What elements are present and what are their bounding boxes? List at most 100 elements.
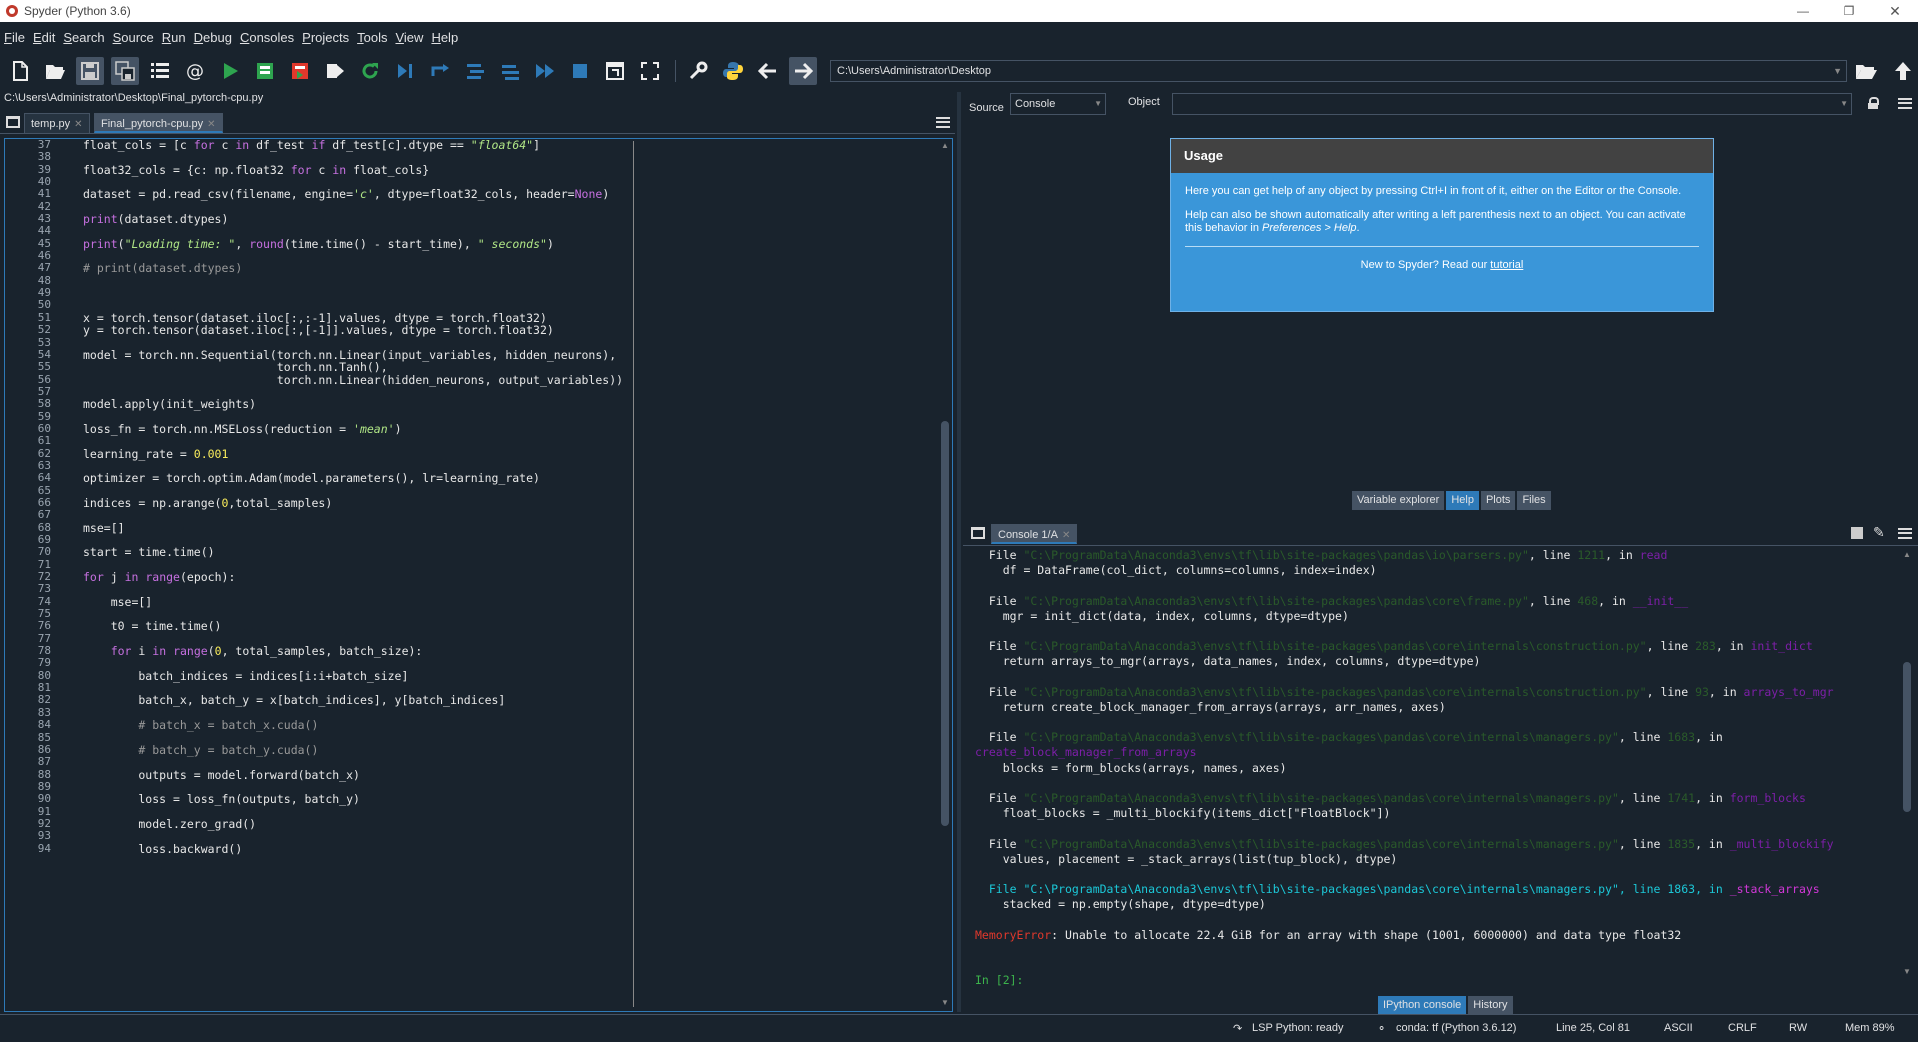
console-token: blocks = form_blocks(arrays, names, axes… [975,760,1287,775]
close-icon[interactable]: ✕ [207,119,215,130]
browse-folder-icon[interactable] [1854,60,1878,85]
run-cell-advance-icon[interactable] [286,57,314,85]
code-token: (time.time() - start_time), [283,236,478,251]
run-selection-icon[interactable] [321,57,349,85]
line-number: 76 [37,619,51,633]
tab-ipython-console[interactable]: IPython console [1378,996,1467,1015]
object-label: Object [1128,96,1160,108]
code-text[interactable]: float_cols = [c for c in df_test if df_t… [83,139,623,855]
scroll-up-icon[interactable]: ▲ [940,141,950,150]
code-token: in [124,570,139,585]
console-options-menu-icon[interactable] [1898,528,1912,539]
browse-tabs-icon[interactable] [6,116,20,128]
tab-variable-explorer[interactable]: Variable explorer [1352,491,1445,510]
maximize-pane-icon[interactable] [601,57,629,85]
console-token: "C:\ProgramData\Anaconda3\envs\tf\lib\si… [1023,639,1647,654]
at-icon[interactable]: @ [181,57,209,85]
object-combo[interactable]: ▼ [1172,93,1852,115]
ipython-console[interactable]: File "C:\ProgramData\Anaconda3\envs\tf\l… [967,548,1914,988]
console-line: create_block_manager_from_arrays [975,745,1834,760]
menu-search[interactable]: Search [63,30,104,45]
rerun-icon[interactable] [356,57,384,85]
preferences-icon[interactable] [684,57,712,85]
minimize-button[interactable]: — [1780,0,1826,22]
save-all-icon[interactable] [111,57,139,85]
step-icon[interactable] [426,57,454,85]
back-icon[interactable] [754,57,782,85]
close-icon[interactable]: ✕ [1062,530,1070,541]
tutorial-link[interactable]: tutorial [1490,259,1523,271]
step-return-icon[interactable] [496,57,524,85]
source-combo[interactable]: Console ▼ [1010,93,1106,115]
forward-icon[interactable] [789,57,817,85]
tab-history[interactable]: History [1468,996,1513,1015]
scrollbar-thumb[interactable] [1903,662,1911,812]
editor-options-menu-icon[interactable] [936,117,950,128]
menu-view[interactable]: View [395,30,423,45]
new-file-icon[interactable] [6,57,34,85]
tab-files[interactable]: Files [1517,491,1551,510]
menu-run[interactable]: Run [162,30,186,45]
help-options-menu-icon[interactable] [1898,98,1912,109]
line-number: 93 [37,829,51,843]
code-line: mse=[] [83,521,623,534]
working-directory-combo[interactable]: C:\Users\Administrator\Desktop ▼ [830,60,1847,82]
console-scrollbar[interactable]: ▲ ▼ [1902,550,1912,976]
conda-icon: ⚬ [1377,1023,1387,1035]
usage-paragraph-2-text: Help can also be shown automatically aft… [1185,209,1686,234]
scroll-down-icon[interactable]: ▼ [940,998,950,1007]
console-token: 468 [1577,593,1599,608]
outline-icon[interactable] [146,57,174,85]
continue-icon[interactable] [531,57,559,85]
code-line: for j in range(epoch): [83,571,623,583]
python-path-icon[interactable] [719,57,747,85]
console-line: File "C:\ProgramData\Anaconda3\envs\tf\l… [975,548,1834,563]
browse-tabs-icon[interactable] [971,527,985,539]
clear-console-icon[interactable]: ✎ [1873,524,1885,541]
parent-directory-icon[interactable] [1892,60,1914,85]
menu-consoles[interactable]: Consoles [240,30,294,45]
pane-splitter[interactable] [957,92,961,1012]
tab-help[interactable]: Help [1446,491,1479,510]
tab-final-pytorch-cpu-py[interactable]: Final_pytorch-cpu.py ✕ [94,113,223,133]
tab-temp-py[interactable]: temp.py ✕ [24,113,90,133]
lsp-status[interactable]: LSP Python: ready [1252,1022,1344,1034]
save-icon[interactable] [76,57,104,85]
tab-console-1a[interactable]: Console 1/A ✕ [991,524,1078,544]
menu-projects[interactable]: Projects [302,30,349,45]
code-token: start = time.time() [83,545,215,560]
run-icon[interactable] [216,57,244,85]
menu-edit[interactable]: Edit [33,30,55,45]
close-button[interactable]: ✕ [1872,0,1918,22]
fullscreen-icon[interactable] [636,57,664,85]
code-editor[interactable]: 37 38 39 40 41 42 43 44 45 46 47 48 49 50 51 52 53 54 55 56… [4,138,953,1012]
debug-icon[interactable] [391,57,419,85]
tab-label: temp.py [31,118,71,130]
conda-env-status[interactable]: conda: tf (Python 3.6.12) [1396,1022,1516,1034]
menu-debug[interactable]: Debug [194,30,232,45]
console-token: create_block_manager_from_arrays [975,745,1197,760]
console-token: In [2]: [975,973,1024,988]
scrollbar-thumb[interactable] [941,421,949,826]
menu-help[interactable]: Help [431,30,458,45]
step-into-icon[interactable] [461,57,489,85]
menu-source[interactable]: Source [113,30,154,45]
restore-button[interactable]: ❐ [1826,0,1872,22]
scroll-down-icon[interactable]: ▼ [1902,967,1912,976]
close-icon[interactable]: ✕ [74,119,82,130]
console-token: , in [1715,639,1751,654]
console-line: File "C:\ProgramData\Anaconda3\envs\tf\l… [975,730,1834,745]
open-file-icon[interactable] [41,57,69,85]
editor-scrollbar[interactable]: ▲ ▼ [940,141,950,1007]
menu-tools[interactable]: Tools [357,30,387,45]
interrupt-kernel-icon[interactable] [1851,527,1863,539]
tab-plots[interactable]: Plots [1480,491,1516,510]
scroll-up-icon[interactable]: ▲ [1902,550,1912,559]
menu-file[interactable]: File [4,30,25,45]
code-token: indices = np.arange( [83,495,222,510]
code-token: mse=[] [83,594,153,609]
run-cell-icon[interactable] [251,57,279,85]
stop-icon[interactable] [566,57,594,85]
lock-icon[interactable] [1868,97,1879,109]
